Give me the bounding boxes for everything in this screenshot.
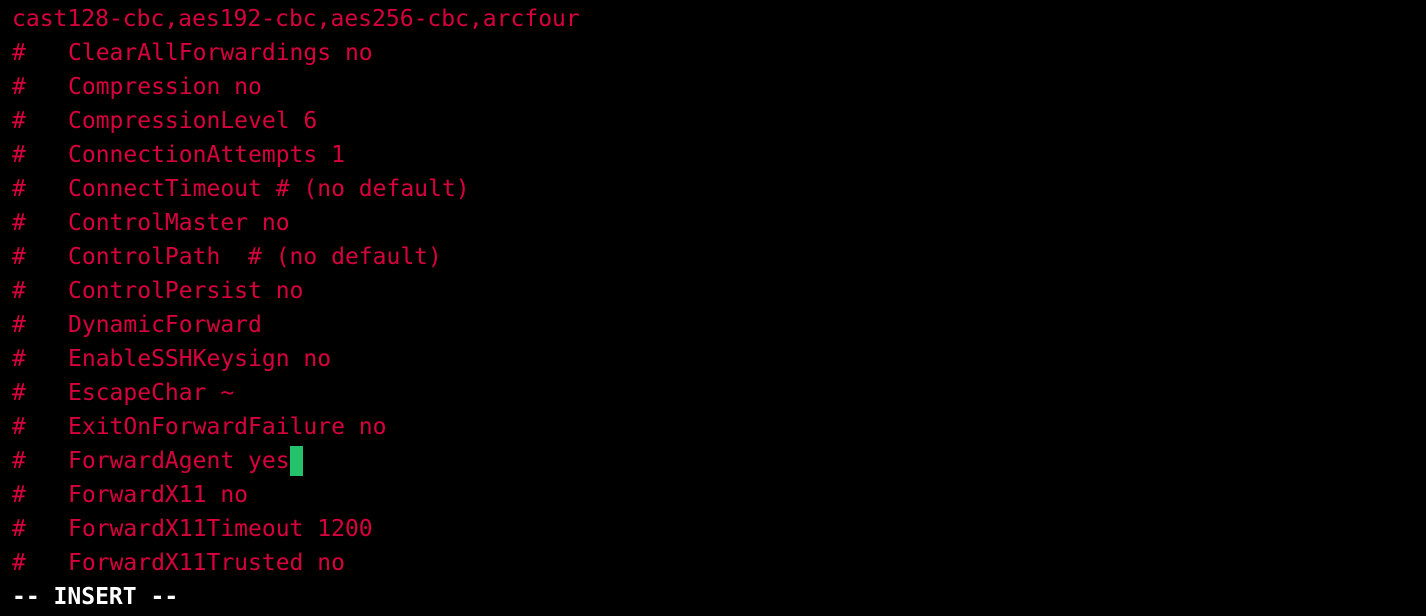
- buffer-line: # CompressionLevel 6: [12, 104, 580, 138]
- text-cursor: [289, 446, 303, 476]
- mode-indicator: -- INSERT --: [12, 584, 179, 610]
- comment-marker: #: [12, 550, 26, 576]
- buffer-line: # ControlMaster no: [12, 206, 580, 240]
- line-text: ControlPersist no: [68, 278, 304, 304]
- buffer-line: # ClearAllForwardings no: [12, 36, 580, 70]
- buffer-line: # EscapeChar ~: [12, 376, 580, 410]
- buffer-line: # Compression no: [12, 70, 580, 104]
- comment-marker: #: [12, 516, 26, 542]
- comment-marker: #: [12, 40, 26, 66]
- buffer-line-first: cast128-cbc,aes192-cbc,aes256-cbc,arcfou…: [12, 6, 580, 32]
- comment-marker: #: [12, 346, 26, 372]
- comment-marker: #: [12, 380, 26, 406]
- line-text: ForwardX11Timeout 1200: [68, 516, 373, 542]
- buffer-line: # ControlPath # (no default): [12, 240, 580, 274]
- comment-marker: #: [12, 312, 26, 338]
- comment-marker: #: [12, 142, 26, 168]
- buffer-line: # DynamicForward: [12, 308, 580, 342]
- buffer-line: # ConnectionAttempts 1: [12, 138, 580, 172]
- line-text: ExitOnForwardFailure no: [68, 414, 387, 440]
- comment-marker: #: [12, 74, 26, 100]
- line-text: ForwardX11 no: [68, 482, 249, 508]
- line-text: ConnectTimeout # (no default): [68, 176, 470, 202]
- editor-buffer[interactable]: cast128-cbc,aes192-cbc,aes256-cbc,arcfou…: [12, 2, 580, 580]
- buffer-line: # ForwardX11Trusted no: [12, 546, 580, 580]
- buffer-line-current: # ForwardAgent yes: [12, 444, 580, 478]
- comment-marker: #: [12, 210, 26, 236]
- line-text: ConnectionAttempts 1: [68, 142, 345, 168]
- comment-marker: #: [12, 244, 26, 270]
- line-text: ControlPath # (no default): [68, 244, 442, 270]
- line-text: Compression no: [68, 74, 262, 100]
- line-text: ControlMaster no: [68, 210, 290, 236]
- terminal-window[interactable]: cast128-cbc,aes192-cbc,aes256-cbc,arcfou…: [0, 0, 1428, 616]
- buffer-line: # ForwardX11 no: [12, 478, 580, 512]
- buffer-line: # ExitOnForwardFailure no: [12, 410, 580, 444]
- line-text: ForwardAgent yes: [68, 448, 290, 474]
- buffer-line: # ConnectTimeout # (no default): [12, 172, 580, 206]
- buffer-line: # ControlPersist no: [12, 274, 580, 308]
- comment-marker: #: [12, 482, 26, 508]
- line-text: ClearAllForwardings no: [68, 40, 373, 66]
- line-text: ForwardX11Trusted no: [68, 550, 345, 576]
- line-text: CompressionLevel 6: [68, 108, 318, 134]
- comment-marker: #: [12, 278, 26, 304]
- comment-marker: #: [12, 414, 26, 440]
- comment-marker: #: [12, 448, 26, 474]
- line-text: EnableSSHKeysign no: [68, 346, 332, 372]
- buffer-line: # EnableSSHKeysign no: [12, 342, 580, 376]
- buffer-line: # ForwardX11Timeout 1200: [12, 512, 580, 546]
- line-text: DynamicForward: [68, 312, 262, 338]
- comment-marker: #: [12, 176, 26, 202]
- line-text: EscapeChar ~: [68, 380, 235, 406]
- comment-marker: #: [12, 108, 26, 134]
